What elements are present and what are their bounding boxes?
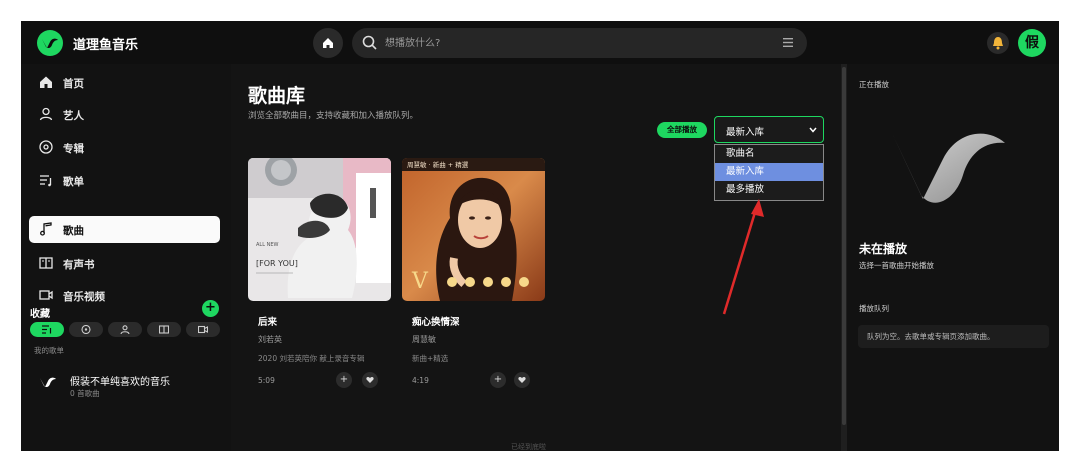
search-input[interactable] [385, 34, 765, 52]
book-icon [159, 325, 169, 334]
sidebar-item-artists[interactable]: 艺人 [29, 101, 220, 128]
search-icon [362, 35, 377, 50]
fav-tab-playlists[interactable] [30, 322, 64, 337]
scrollbar-thumb[interactable] [842, 67, 846, 425]
sidebar-item-label: 首页 [63, 78, 84, 90]
disc-icon [39, 140, 53, 154]
add-favorite-button[interactable]: + [202, 300, 219, 317]
fav-tab-videos[interactable] [186, 322, 220, 337]
sidebar-item-songs[interactable]: 歌曲 [29, 216, 220, 243]
sidebar-item-label: 艺人 [63, 110, 84, 122]
favorites-title: 收藏 [30, 309, 50, 320]
sidebar-item-audiobooks[interactable]: 有声书 [29, 250, 220, 277]
queue-empty-text: 队列为空。去歌单或专辑页添加歌曲。 [867, 332, 995, 341]
not-playing-title: 未在播放 [859, 242, 908, 256]
avatar[interactable]: 假 [1018, 29, 1046, 57]
playlist-icon [42, 325, 52, 334]
logo-icon[interactable] [37, 30, 63, 56]
video-icon [39, 290, 53, 300]
app-title: 道理鱼音乐 [73, 38, 139, 53]
main-content: 歌曲库 浏览全部歌曲目，支持收藏和加入播放队列。 全部播放 最新入库 歌曲名 最… [231, 64, 841, 451]
disc-icon [81, 325, 91, 334]
person-icon [120, 325, 130, 334]
app-window: 道理鱼音乐 假 首页 艺人 专辑 歌单 [21, 21, 1059, 451]
notification-bell-icon[interactable] [987, 32, 1009, 54]
queue-empty-box: 队列为空。去歌单或专辑页添加歌曲。 [858, 325, 1049, 348]
music-note-icon [40, 222, 52, 236]
home-button[interactable] [313, 28, 343, 58]
search-bar [352, 28, 807, 58]
sidebar: 首页 艺人 专辑 歌单 歌曲 有声书 音乐视频 收藏 + 我的歌单 假装不单纯喜… [21, 64, 231, 451]
sidebar-item-label: 专辑 [63, 143, 84, 155]
person-icon [39, 107, 53, 121]
placeholder-logo-icon [891, 131, 1005, 203]
sidebar-item-music-videos[interactable]: 音乐视频 [29, 282, 220, 309]
sidebar-item-label: 有声书 [63, 259, 95, 271]
fav-tab-artists[interactable] [108, 322, 142, 337]
sidebar-item-label: 音乐视频 [63, 291, 105, 303]
playlist-icon [40, 175, 52, 187]
home-icon [40, 76, 52, 88]
playlist-count: 0 首歌曲 [70, 389, 100, 398]
fav-tab-audiobooks[interactable] [147, 322, 181, 337]
annotation-arrow-icon [722, 199, 764, 315]
top-bar: 道理鱼音乐 假 [21, 21, 1059, 64]
sidebar-item-home[interactable]: 首页 [29, 69, 220, 96]
now-playing-panel: 正在播放 未在播放 选择一首歌曲开始播放 播放队列 队列为空。去歌单或专辑页添加… [847, 64, 1059, 451]
sidebar-item-albums[interactable]: 专辑 [29, 134, 220, 161]
menu-icon[interactable] [783, 38, 793, 47]
playlist-name[interactable]: 假装不单纯喜欢的音乐 [70, 373, 170, 388]
queue-title: 播放队列 [859, 304, 889, 313]
playlist-logo-icon [40, 377, 56, 388]
now-playing-title: 正在播放 [859, 80, 889, 89]
sidebar-item-label: 歌曲 [63, 225, 84, 237]
sidebar-item-label: 歌单 [63, 176, 84, 188]
video-icon [198, 325, 208, 334]
not-playing-subtitle: 选择一首歌曲开始播放 [859, 261, 934, 270]
book-icon [39, 257, 53, 269]
my-playlists-label: 我的歌单 [34, 346, 64, 355]
sidebar-item-playlists[interactable]: 歌单 [29, 167, 220, 194]
fav-tab-albums[interactable] [69, 322, 103, 337]
